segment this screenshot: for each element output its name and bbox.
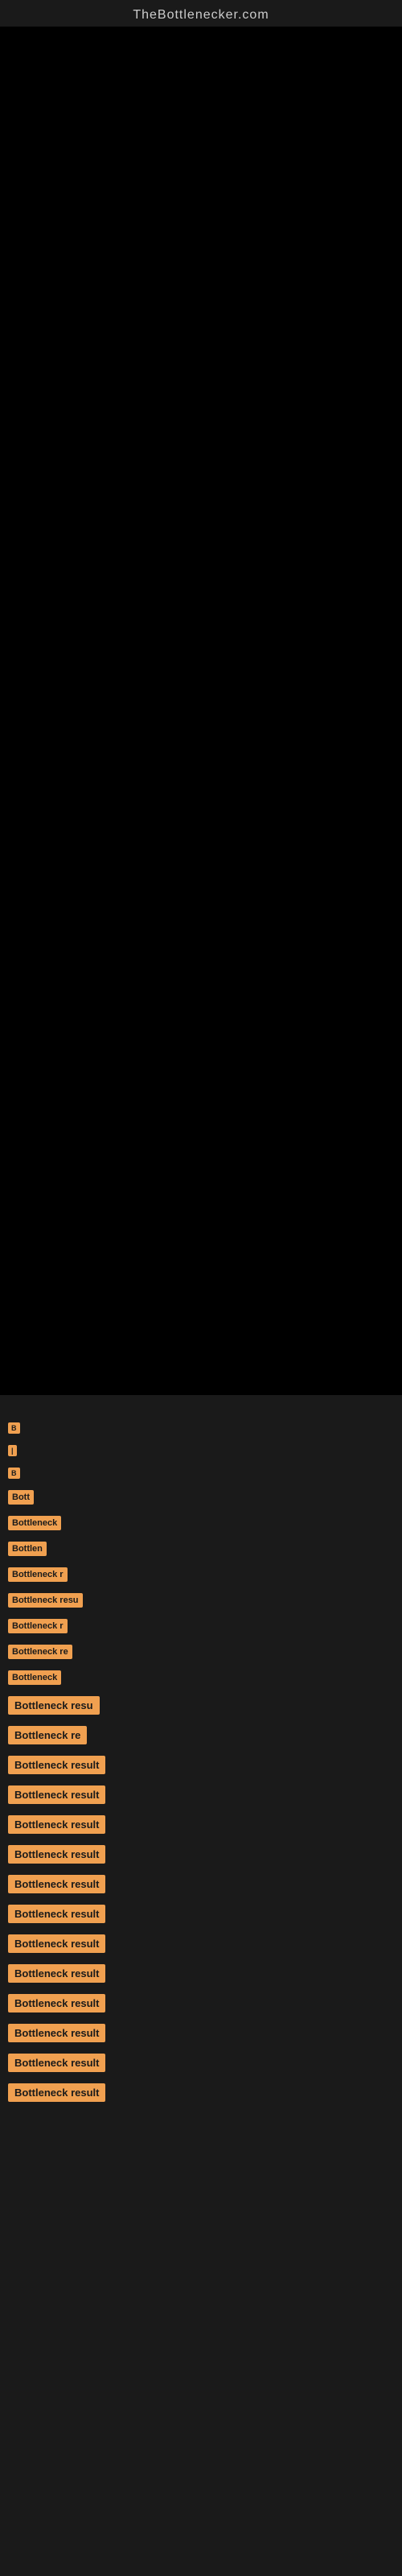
result-badge[interactable]: Bott: [8, 1490, 34, 1505]
result-badge[interactable]: Bottlen: [8, 1542, 47, 1556]
result-badge[interactable]: Bottleneck result: [8, 1875, 105, 1893]
result-badge[interactable]: Bottleneck result: [8, 2083, 105, 2102]
list-item: Bottleneck r: [8, 1619, 402, 1633]
result-badge[interactable]: Bottleneck resu: [8, 1696, 100, 1715]
list-item: |: [8, 1445, 402, 1456]
list-item: Bottleneck result: [8, 2054, 402, 2072]
site-title: TheBottlenecker.com: [0, 0, 402, 27]
list-item: Bottleneck result: [8, 1815, 402, 1834]
result-badge[interactable]: Bottleneck result: [8, 1785, 105, 1804]
result-badge[interactable]: Bottleneck resu: [8, 1593, 83, 1608]
list-item: B: [8, 1468, 402, 1479]
result-badge[interactable]: Bottleneck result: [8, 1815, 105, 1834]
list-item: Bottleneck result: [8, 1905, 402, 1923]
list-item: Bottleneck result: [8, 1756, 402, 1774]
result-badge[interactable]: B: [8, 1422, 20, 1434]
list-item: Bottleneck result: [8, 1934, 402, 1953]
list-item: Bottleneck result: [8, 1785, 402, 1804]
list-item: B: [8, 1422, 402, 1434]
list-item: Bottleneck re: [8, 1726, 402, 1744]
site-title-container: TheBottlenecker.com: [0, 0, 402, 27]
list-item: Bottlen: [8, 1542, 402, 1556]
result-badge[interactable]: Bottleneck result: [8, 1994, 105, 2013]
result-badge[interactable]: Bottleneck result: [8, 1845, 105, 1864]
result-badge[interactable]: Bottleneck: [8, 1516, 61, 1530]
list-item: Bottleneck result: [8, 2083, 402, 2102]
result-badge[interactable]: |: [8, 1445, 17, 1456]
result-badge[interactable]: Bottleneck r: [8, 1567, 68, 1582]
list-item: Bottleneck: [8, 1670, 402, 1685]
main-content-area: [0, 27, 402, 1395]
result-badge[interactable]: Bottleneck r: [8, 1619, 68, 1633]
list-item: Bottleneck result: [8, 1845, 402, 1864]
list-item: Bottleneck resu: [8, 1696, 402, 1715]
list-item: Bott: [8, 1490, 402, 1505]
result-badge[interactable]: Bottleneck: [8, 1670, 61, 1685]
list-item: Bottleneck result: [8, 2024, 402, 2042]
result-badge[interactable]: Bottleneck result: [8, 1905, 105, 1923]
list-item: Bottleneck re: [8, 1645, 402, 1659]
result-badge[interactable]: Bottleneck result: [8, 1964, 105, 1983]
list-item: Bottleneck resu: [8, 1593, 402, 1608]
list-item: Bottleneck result: [8, 1994, 402, 2013]
list-item: Bottleneck result: [8, 1875, 402, 1893]
list-item: Bottleneck r: [8, 1567, 402, 1582]
result-badge[interactable]: Bottleneck result: [8, 2024, 105, 2042]
result-badge[interactable]: B: [8, 1468, 20, 1479]
result-badge[interactable]: Bottleneck result: [8, 1934, 105, 1953]
list-item: Bottleneck result: [8, 1964, 402, 1983]
result-badge[interactable]: Bottleneck re: [8, 1645, 72, 1659]
result-badge[interactable]: Bottleneck re: [8, 1726, 87, 1744]
results-section: B | B Bott Bottleneck Bottlen Bottleneck r Bott…: [0, 1395, 402, 2102]
result-badge[interactable]: Bottleneck result: [8, 1756, 105, 1774]
list-item: Bottleneck: [8, 1516, 402, 1530]
result-badge[interactable]: Bottleneck result: [8, 2054, 105, 2072]
